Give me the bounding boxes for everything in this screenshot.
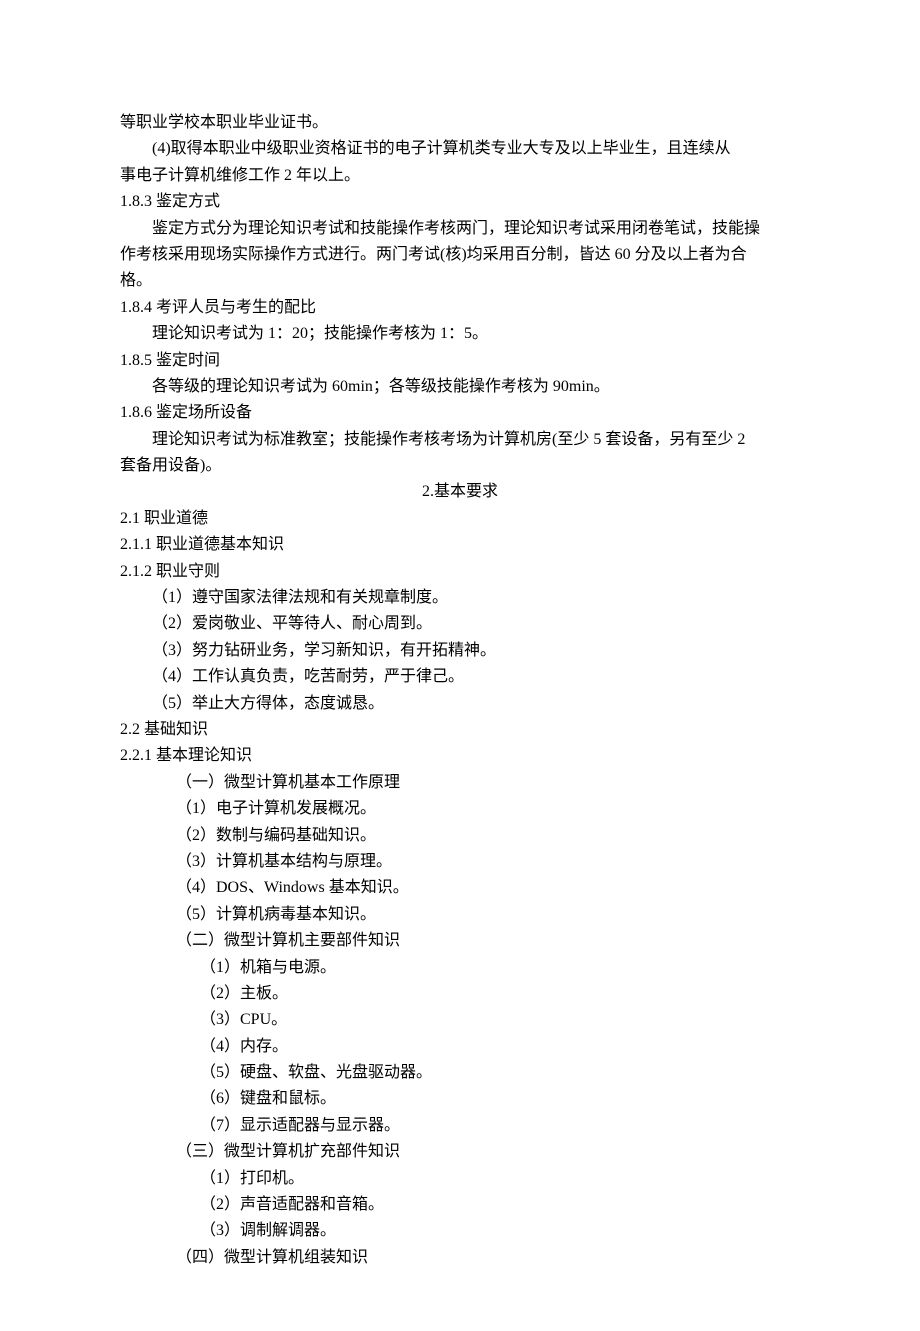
text-line: (4)取得本职业中级职业资格证书的电子计算机类专业大专及以上毕业生，且连续从	[120, 136, 800, 162]
text-line: （3）努力钻研业务，学习新知识，有开拓精神。	[120, 638, 800, 664]
text-line: 理论知识考试为 1：20；技能操作考核为 1：5。	[120, 321, 800, 347]
text-line: （四）微型计算机组装知识	[120, 1245, 800, 1271]
text-line: （2）爱岗敬业、平等待人、耐心周到。	[120, 611, 800, 637]
text-line: 1.8.3 鉴定方式	[120, 189, 800, 215]
text-line: （2）声音适配器和音箱。	[120, 1192, 800, 1218]
text-line: 等职业学校本职业毕业证书。	[120, 110, 800, 136]
text-line: （2）数制与编码基础知识。	[120, 823, 800, 849]
text-line: 套备用设备)。	[120, 453, 800, 479]
text-line: 各等级的理论知识考试为 60min；各等级技能操作考核为 90min。	[120, 374, 800, 400]
text-line: 理论知识考试为标准教室；技能操作考核考场为计算机房(至少 5 套设备，另有至少 …	[120, 427, 800, 453]
text-line: （3）计算机基本结构与原理。	[120, 849, 800, 875]
text-line: （1）电子计算机发展概况。	[120, 796, 800, 822]
text-line: （5）计算机病毒基本知识。	[120, 902, 800, 928]
text-line: （5）硬盘、软盘、光盘驱动器。	[120, 1060, 800, 1086]
text-line: 格。	[120, 268, 800, 294]
text-line: 鉴定方式分为理论知识考试和技能操作考核两门，理论知识考试采用闭卷笔试，技能操	[120, 216, 800, 242]
text-line: 2.2.1 基本理论知识	[120, 743, 800, 769]
text-line: （三）微型计算机扩充部件知识	[120, 1139, 800, 1165]
text-line: （4）内存。	[120, 1034, 800, 1060]
text-line: （一）微型计算机基本工作原理	[120, 770, 800, 796]
text-line: 作考核采用现场实际操作方式进行。两门考试(核)均采用百分制，皆达 60 分及以上…	[120, 242, 800, 268]
document-page: 等职业学校本职业毕业证书。(4)取得本职业中级职业资格证书的电子计算机类专业大专…	[0, 0, 920, 1331]
text-line: 2.1.1 职业道德基本知识	[120, 532, 800, 558]
text-line: 2.2 基础知识	[120, 717, 800, 743]
text-line: 1.8.5 鉴定时间	[120, 348, 800, 374]
text-line: （1）机箱与电源。	[120, 955, 800, 981]
text-line: （4）DOS、Windows 基本知识。	[120, 875, 800, 901]
text-line: 2.1.2 职业守则	[120, 559, 800, 585]
text-line: （5）举止大方得体，态度诚恳。	[120, 691, 800, 717]
text-line: （6）键盘和鼠标。	[120, 1086, 800, 1112]
text-line: （4）工作认真负责，吃苦耐劳，严于律己。	[120, 664, 800, 690]
text-line: 事电子计算机维修工作 2 年以上。	[120, 163, 800, 189]
text-line: （3）调制解调器。	[120, 1218, 800, 1244]
text-line: （7）显示适配器与显示器。	[120, 1113, 800, 1139]
text-line: （1）遵守国家法律法规和有关规章制度。	[120, 585, 800, 611]
text-line: 1.8.4 考评人员与考生的配比	[120, 295, 800, 321]
text-line: 2.1 职业道德	[120, 506, 800, 532]
text-line: 2.基本要求	[120, 479, 800, 505]
text-line: （2）主板。	[120, 981, 800, 1007]
text-line: （3）CPU。	[120, 1007, 800, 1033]
text-line: （二）微型计算机主要部件知识	[120, 928, 800, 954]
text-line: （1）打印机。	[120, 1166, 800, 1192]
text-line: 1.8.6 鉴定场所设备	[120, 400, 800, 426]
